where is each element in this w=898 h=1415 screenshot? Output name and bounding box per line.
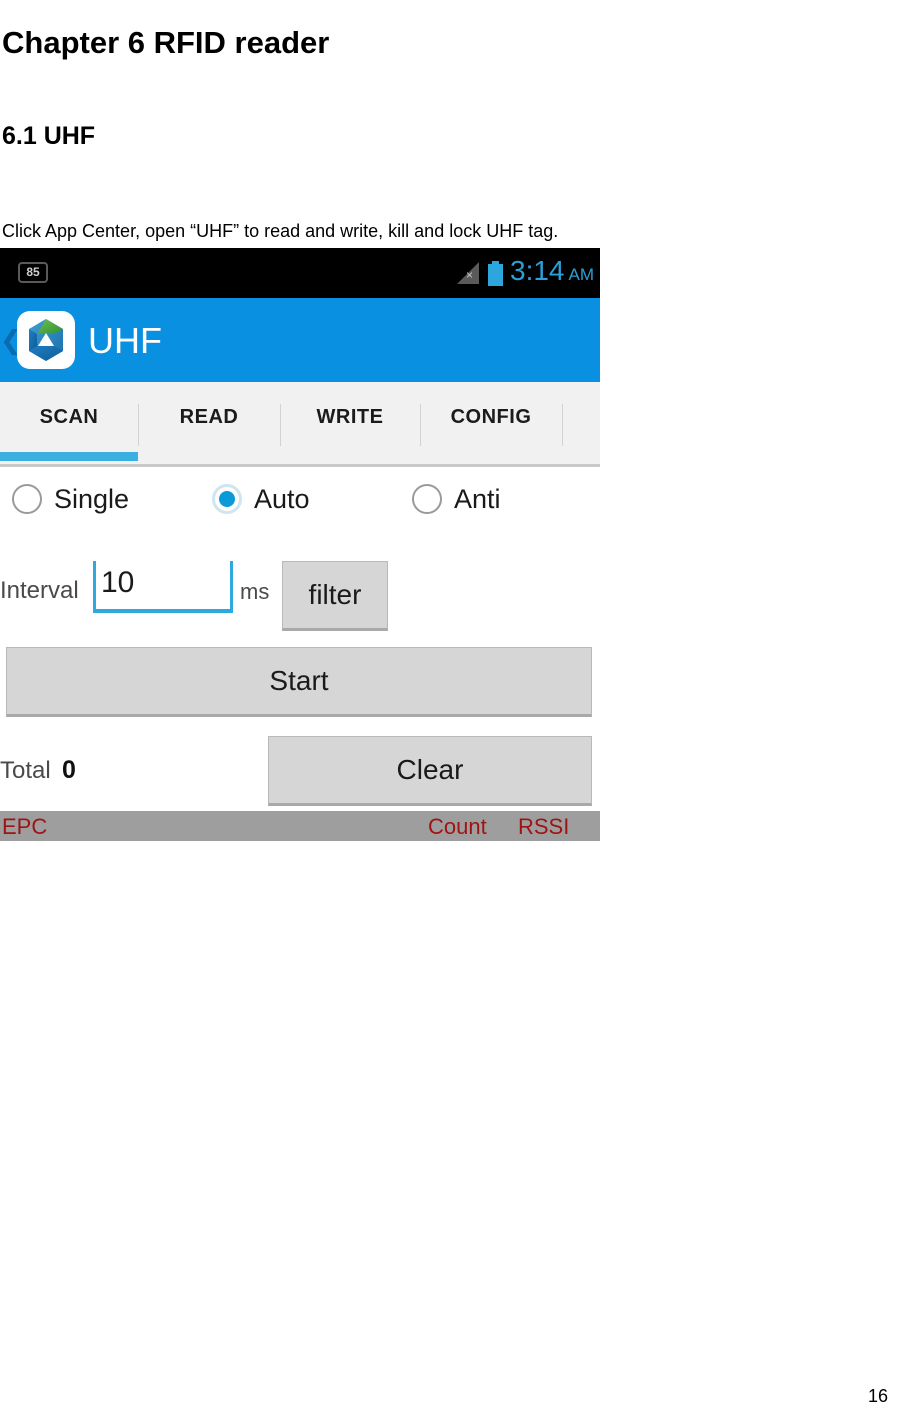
- interval-input[interactable]: 10: [93, 561, 233, 613]
- clock-time: 3:14: [510, 255, 565, 286]
- interval-unit-label: ms: [240, 579, 270, 604]
- back-chevron-icon[interactable]: ❮: [0, 328, 22, 354]
- section-heading: 6.1 UHF: [2, 121, 96, 150]
- clock-ampm: AM: [568, 265, 595, 284]
- notification-badge-icon: 85: [18, 262, 48, 283]
- tab-divider: [562, 404, 563, 446]
- total-label: Total: [0, 757, 51, 784]
- column-header-rssi: RSSI: [518, 814, 570, 839]
- column-header-count: Count: [428, 814, 487, 839]
- scan-panel: Single Auto Anti Interval 10 ms filter S…: [0, 467, 600, 856]
- tab-scan[interactable]: SCAN: [0, 382, 138, 452]
- start-button[interactable]: Start: [6, 647, 592, 717]
- uhf-app-logo-icon: [17, 311, 75, 369]
- active-tab-indicator: [0, 452, 138, 461]
- tab-bar: SCAN READ WRITE CONFIG: [0, 382, 600, 467]
- radio-option-auto[interactable]: Auto: [212, 483, 310, 515]
- total-row: Total 0 Clear: [0, 731, 600, 811]
- battery-icon: [488, 260, 503, 286]
- filter-button[interactable]: filter: [282, 561, 388, 631]
- radio-circle-icon[interactable]: [412, 484, 442, 514]
- page-number: 16: [867, 1386, 888, 1406]
- results-table-header: EPC Count RSSI: [0, 811, 600, 841]
- signal-no-service-icon: ×: [457, 262, 481, 284]
- radio-label-auto: Auto: [254, 484, 310, 514]
- body-paragraph: Click App Center, open “UHF” to read and…: [2, 221, 559, 241]
- radio-label-anti: Anti: [454, 484, 501, 514]
- radio-option-single[interactable]: Single: [12, 483, 129, 515]
- radio-circle-selected-icon[interactable]: [212, 484, 242, 514]
- app-bar: ❮ UHF: [0, 298, 600, 382]
- status-bar-clock: 3:14 AM: [510, 256, 594, 290]
- interval-label: Interval: [0, 577, 79, 604]
- phone-screenshot: 85 × 3:14 AM ❮ UHF SCAN READ WRITE CONFI…: [0, 248, 600, 856]
- column-header-epc: EPC: [2, 814, 48, 839]
- status-bar: 85 × 3:14 AM: [0, 248, 600, 298]
- tab-config[interactable]: CONFIG: [421, 382, 561, 452]
- interval-row: Interval 10 ms filter: [0, 555, 600, 635]
- tab-write[interactable]: WRITE: [281, 382, 419, 452]
- status-bar-right-group: × 3:14 AM: [457, 248, 594, 298]
- clear-button[interactable]: Clear: [268, 736, 592, 806]
- radio-circle-icon[interactable]: [12, 484, 42, 514]
- page-title: Chapter 6 RFID reader: [2, 24, 330, 60]
- radio-option-anti[interactable]: Anti: [412, 483, 501, 515]
- scan-mode-radio-group: Single Auto Anti: [0, 483, 600, 539]
- app-title: UHF: [88, 320, 162, 361]
- tab-read[interactable]: READ: [139, 382, 279, 452]
- radio-label-single: Single: [54, 484, 130, 514]
- total-value: 0: [62, 756, 76, 784]
